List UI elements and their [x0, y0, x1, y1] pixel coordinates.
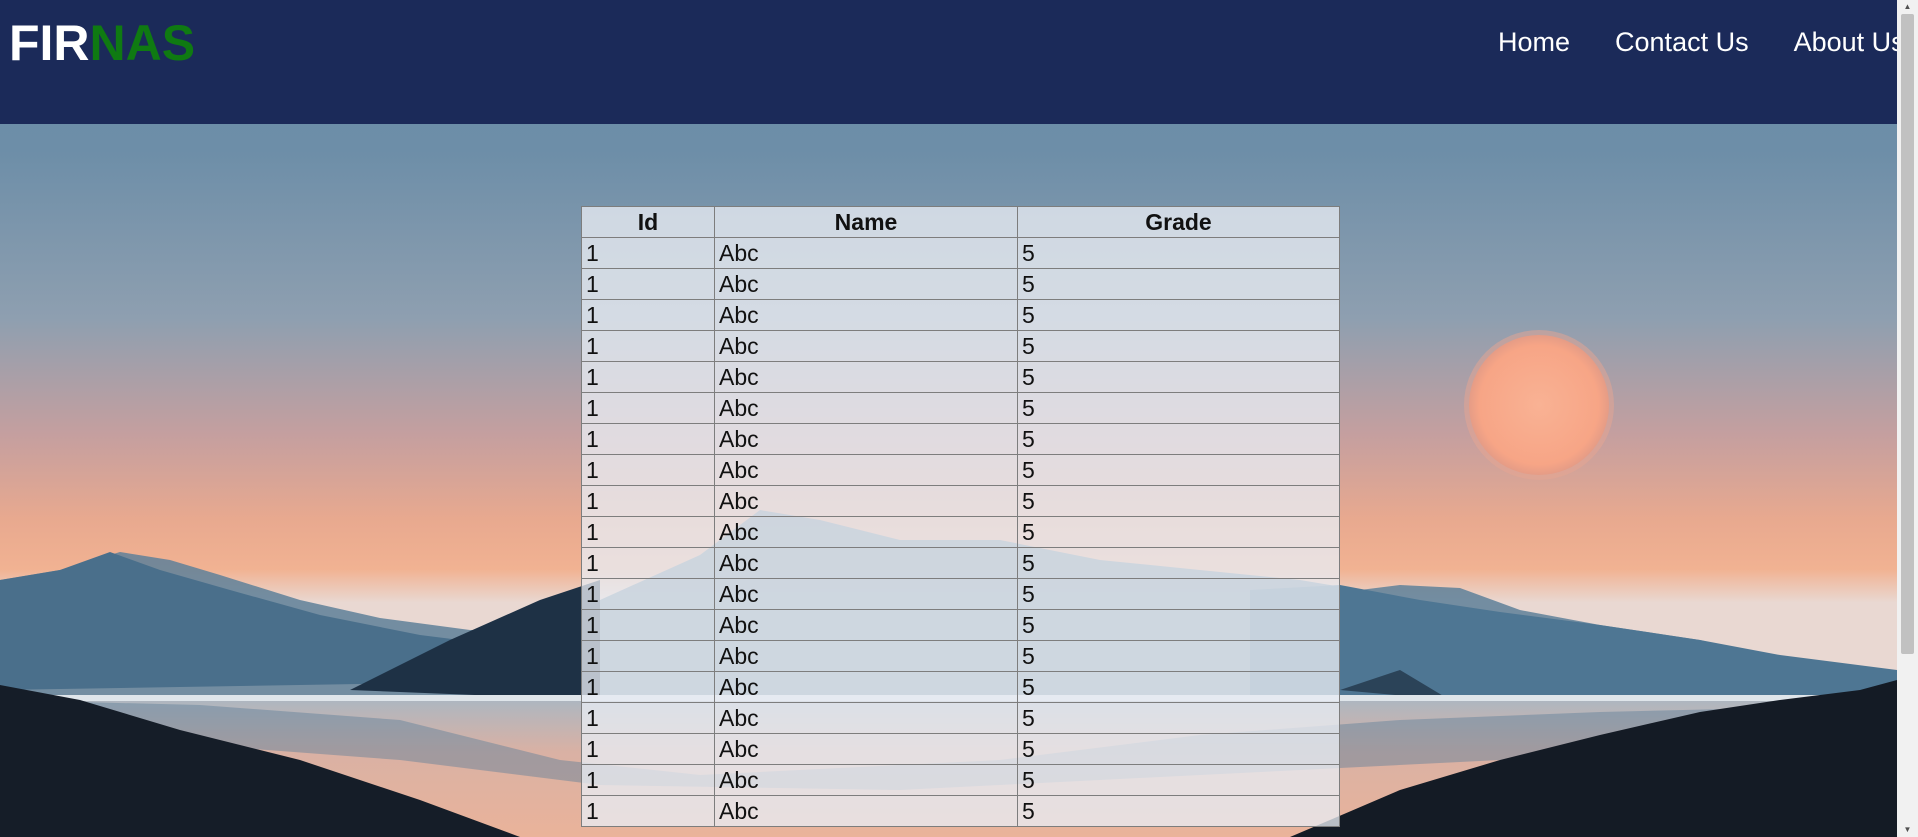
site-header: FIRNAS Home Contact Us About Us: [0, 0, 1905, 124]
nav-link-home[interactable]: Home: [1498, 22, 1570, 62]
cell-id: 1: [581, 764, 715, 796]
table-row: 1 Abc 5: [581, 299, 1340, 331]
cell-name: Abc: [714, 795, 1018, 827]
nav-link-contact-us[interactable]: Contact Us: [1615, 22, 1749, 62]
column-header-id: Id: [581, 206, 715, 238]
cell-id: 1: [581, 516, 715, 548]
table-row: 1 Abc 5: [581, 764, 1340, 796]
cell-grade: 5: [1017, 671, 1340, 703]
cell-id: 1: [581, 547, 715, 579]
table-row: 1 Abc 5: [581, 609, 1340, 641]
cell-id: 1: [581, 485, 715, 517]
site-logo[interactable]: FIRNAS: [9, 14, 195, 72]
cell-id: 1: [581, 237, 715, 269]
cell-name: Abc: [714, 578, 1018, 610]
cell-name: Abc: [714, 516, 1018, 548]
cell-name: Abc: [714, 423, 1018, 455]
cell-name: Abc: [714, 640, 1018, 672]
cell-id: 1: [581, 609, 715, 641]
table-row: 1 Abc 5: [581, 733, 1340, 765]
cell-name: Abc: [714, 361, 1018, 393]
column-header-grade: Grade: [1017, 206, 1340, 238]
cell-name: Abc: [714, 547, 1018, 579]
table-header-row: Id Name Grade: [581, 206, 1340, 238]
cell-grade: 5: [1017, 516, 1340, 548]
cell-id: 1: [581, 330, 715, 362]
cell-name: Abc: [714, 485, 1018, 517]
grades-table-container: Id Name Grade 1 Abc 5 1 Abc 5 1 Abc 5 1 Abc 5 1 Abc 5 1…: [581, 206, 1340, 827]
cell-grade: 5: [1017, 609, 1340, 641]
grades-table: Id Name Grade 1 Abc 5 1 Abc 5 1 Abc 5 1 Abc 5 1 Abc 5 1…: [581, 206, 1340, 827]
table-row: 1 Abc 5: [581, 268, 1340, 300]
column-header-name: Name: [714, 206, 1018, 238]
cell-grade: 5: [1017, 795, 1340, 827]
cell-id: 1: [581, 702, 715, 734]
cell-grade: 5: [1017, 578, 1340, 610]
table-row: 1 Abc 5: [581, 702, 1340, 734]
table-body: 1 Abc 5 1 Abc 5 1 Abc 5 1 Abc 5 1 Abc 5 1 Abc 5 1 Abc 5 1 Abc 5…: [581, 237, 1340, 827]
cell-grade: 5: [1017, 764, 1340, 796]
page-scrollbar[interactable]: ▲ ▼: [1897, 0, 1918, 837]
table-row: 1 Abc 5: [581, 392, 1340, 424]
cell-name: Abc: [714, 733, 1018, 765]
nav-link-about-us[interactable]: About Us: [1794, 22, 1905, 62]
cell-name: Abc: [714, 299, 1018, 331]
cell-grade: 5: [1017, 547, 1340, 579]
cell-grade: 5: [1017, 485, 1340, 517]
cell-grade: 5: [1017, 237, 1340, 269]
table-row: 1 Abc 5: [581, 516, 1340, 548]
logo-text-primary: FIR: [9, 15, 90, 71]
cell-id: 1: [581, 299, 715, 331]
cell-name: Abc: [714, 609, 1018, 641]
cell-grade: 5: [1017, 392, 1340, 424]
table-row: 1 Abc 5: [581, 578, 1340, 610]
cell-id: 1: [581, 361, 715, 393]
table-row: 1 Abc 5: [581, 485, 1340, 517]
cell-name: Abc: [714, 392, 1018, 424]
table-row: 1 Abc 5: [581, 640, 1340, 672]
cell-id: 1: [581, 268, 715, 300]
cell-name: Abc: [714, 330, 1018, 362]
cell-grade: 5: [1017, 299, 1340, 331]
cell-id: 1: [581, 671, 715, 703]
table-row: 1 Abc 5: [581, 361, 1340, 393]
cell-id: 1: [581, 392, 715, 424]
cell-name: Abc: [714, 268, 1018, 300]
main-navigation: Home Contact Us About Us: [1498, 22, 1918, 62]
table-row: 1 Abc 5: [581, 423, 1340, 455]
table-row: 1 Abc 5: [581, 671, 1340, 703]
logo-text-accent: NAS: [89, 15, 196, 71]
cell-grade: 5: [1017, 702, 1340, 734]
table-row: 1 Abc 5: [581, 454, 1340, 486]
scroll-up-arrow-icon[interactable]: ▲: [1897, 0, 1918, 14]
cell-grade: 5: [1017, 423, 1340, 455]
cell-id: 1: [581, 423, 715, 455]
cell-grade: 5: [1017, 361, 1340, 393]
cell-name: Abc: [714, 702, 1018, 734]
cell-grade: 5: [1017, 640, 1340, 672]
cell-id: 1: [581, 578, 715, 610]
cell-id: 1: [581, 795, 715, 827]
scrollbar-thumb[interactable]: [1901, 14, 1914, 654]
cell-id: 1: [581, 454, 715, 486]
scroll-down-arrow-icon[interactable]: ▼: [1897, 823, 1918, 837]
cell-name: Abc: [714, 764, 1018, 796]
cell-name: Abc: [714, 454, 1018, 486]
table-row: 1 Abc 5: [581, 547, 1340, 579]
cell-grade: 5: [1017, 454, 1340, 486]
cell-name: Abc: [714, 237, 1018, 269]
table-row: 1 Abc 5: [581, 330, 1340, 362]
cell-grade: 5: [1017, 733, 1340, 765]
cell-grade: 5: [1017, 268, 1340, 300]
cell-id: 1: [581, 733, 715, 765]
cell-grade: 5: [1017, 330, 1340, 362]
table-row: 1 Abc 5: [581, 795, 1340, 827]
cell-name: Abc: [714, 671, 1018, 703]
page: FIRNAS Home Contact Us About Us Id Name …: [0, 0, 1918, 837]
cell-id: 1: [581, 640, 715, 672]
table-row: 1 Abc 5: [581, 237, 1340, 269]
